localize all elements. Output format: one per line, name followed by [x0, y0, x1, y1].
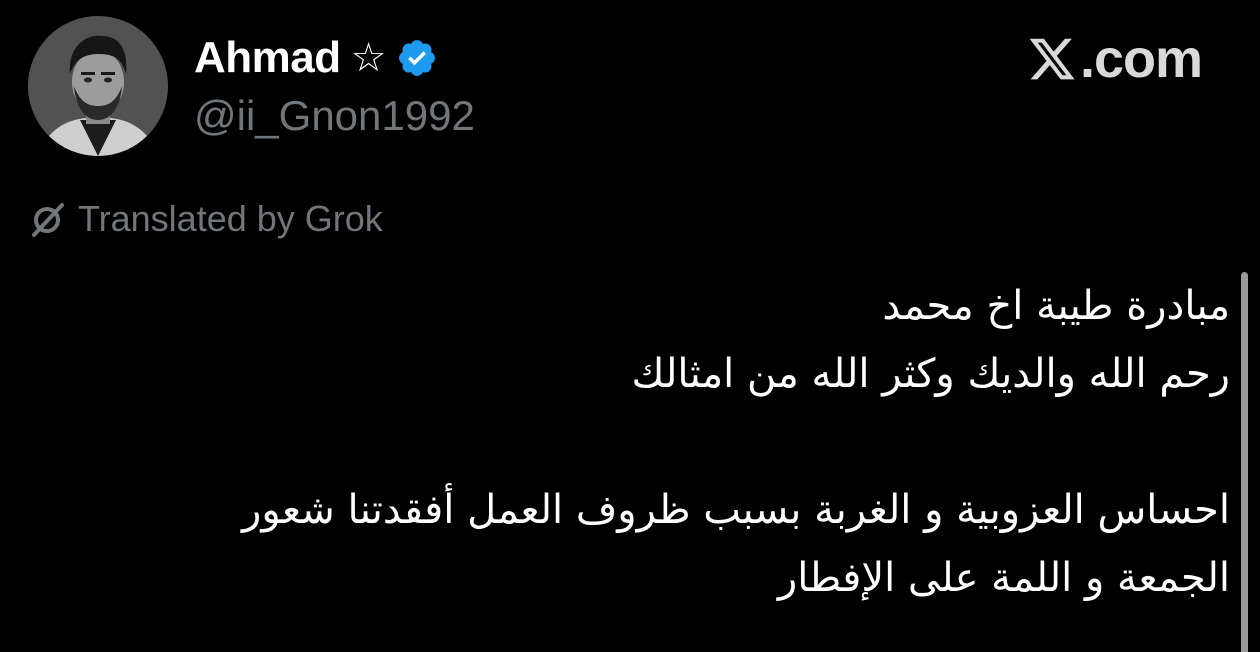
brand-watermark: .com — [1026, 28, 1203, 90]
profile-photo — [28, 16, 168, 156]
author-name-row: Ahmad ☆ — [194, 30, 438, 86]
tweet-text: مبادرة طيبة اخ محمد رحم الله والديك وكثر… — [20, 272, 1230, 612]
translation-label: Translated by Grok — [78, 198, 383, 239]
tweet-line: احساس العزوبية و الغربة بسبب ظروف العمل … — [242, 487, 1230, 533]
star-icon: ☆ — [350, 35, 387, 81]
brand-domain: .com — [1079, 29, 1203, 89]
avatar[interactable] — [28, 16, 168, 156]
x-logo-icon — [1029, 38, 1075, 80]
author-display-name[interactable]: Ahmad — [194, 33, 341, 83]
tweet-line: الجمعة و اللمة على الإفطار — [777, 555, 1230, 601]
translation-notice[interactable]: Translated by Grok — [28, 198, 383, 240]
grok-icon — [32, 203, 64, 237]
tweet-line: رحم الله والديك وكثر الله من امثالك — [631, 351, 1230, 397]
verified-badge-icon — [396, 37, 438, 79]
author-handle[interactable]: @ii_Gnon1992 — [194, 92, 475, 140]
tweet-line: مبادرة طيبة اخ محمد — [882, 283, 1230, 329]
scroll-indicator — [1241, 272, 1248, 652]
